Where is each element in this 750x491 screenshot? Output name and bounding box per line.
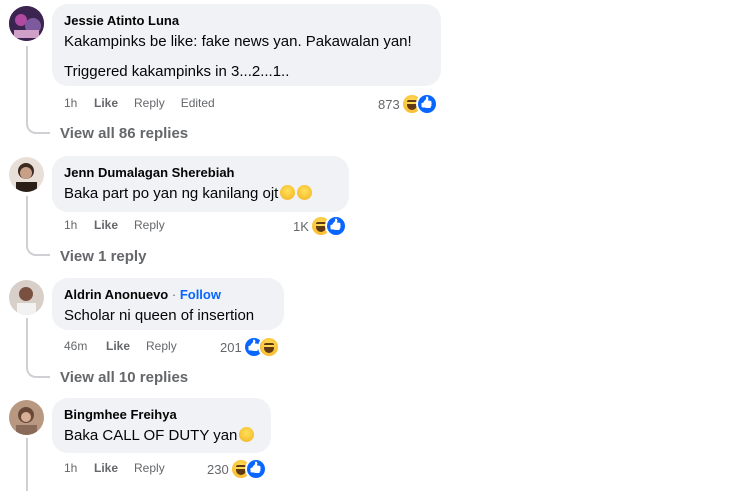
like-reaction-icon bbox=[246, 460, 265, 478]
like-button[interactable]: Like bbox=[106, 338, 130, 354]
thread-connector bbox=[26, 438, 30, 491]
thread-connector bbox=[26, 318, 50, 378]
smile-emoji-icon bbox=[280, 185, 296, 200]
comment-actions: 1h Like Reply Edited bbox=[64, 95, 215, 111]
avatar-image bbox=[9, 400, 44, 435]
like-button[interactable]: Like bbox=[94, 95, 118, 111]
comment-actions: 1h Like Reply bbox=[64, 217, 181, 233]
author-name[interactable]: Aldrin Anonuevo bbox=[64, 287, 168, 302]
comment-text: Baka part po yan ng kanilang ojt bbox=[64, 185, 279, 202]
thread-connector bbox=[26, 196, 50, 256]
reply-button[interactable]: Reply bbox=[134, 460, 165, 476]
author-name[interactable]: Bingmhee Freihya bbox=[64, 406, 259, 423]
comment-text: Triggered kakampinks in 3...2...1.. bbox=[64, 63, 290, 80]
like-reaction-icon bbox=[326, 217, 345, 235]
thread-connector bbox=[26, 46, 50, 134]
avatar[interactable] bbox=[9, 6, 44, 41]
comment-bubble: Jenn Dumalagan Sherebiah Baka part po ya… bbox=[52, 156, 349, 212]
comment-bubble: Bingmhee Freihya Baka CALL OF DUTY yan bbox=[52, 398, 271, 453]
comment-text: Scholar ni queen of insertion bbox=[64, 307, 255, 324]
reaction-summary[interactable]: 230 bbox=[207, 459, 265, 479]
reaction-summary[interactable]: 201 bbox=[220, 337, 278, 357]
avatar-image bbox=[9, 157, 44, 192]
author-name[interactable]: Jenn Dumalagan Sherebiah bbox=[64, 164, 337, 181]
reaction-summary[interactable]: 1K bbox=[293, 216, 345, 236]
comment-actions: 1h Like Reply bbox=[64, 460, 181, 476]
emoji-icon bbox=[239, 427, 255, 442]
comment-bubble: Jessie Atinto Luna Kakampinks be like: f… bbox=[52, 4, 441, 86]
comment-text-row: Baka part po yan ng kanilang ojt bbox=[64, 184, 337, 204]
avatar[interactable] bbox=[9, 280, 44, 315]
comment-text: Kakampinks be like: fake news yan. Pakaw… bbox=[64, 33, 412, 50]
avatar[interactable] bbox=[9, 400, 44, 435]
timestamp[interactable]: 1h bbox=[64, 95, 94, 111]
reply-button[interactable]: Reply bbox=[134, 95, 165, 111]
reaction-count: 1K bbox=[293, 218, 309, 234]
view-replies-link[interactable]: View 1 reply bbox=[60, 247, 146, 267]
timestamp[interactable]: 46m bbox=[64, 338, 106, 354]
comment-actions: 46m Like Reply bbox=[64, 338, 193, 354]
like-button[interactable]: Like bbox=[94, 217, 118, 233]
avatar[interactable] bbox=[9, 157, 44, 192]
author-name-row: Aldrin Anonuevo · Follow bbox=[64, 286, 272, 303]
reaction-summary[interactable]: 873 bbox=[378, 94, 436, 114]
like-reaction-icon bbox=[417, 95, 436, 113]
follow-button[interactable]: Follow bbox=[180, 287, 221, 302]
like-button[interactable]: Like bbox=[94, 460, 118, 476]
separator: · bbox=[168, 287, 180, 302]
reaction-count: 873 bbox=[378, 96, 400, 112]
comment-text-row: Baka CALL OF DUTY yan bbox=[64, 426, 259, 446]
edited-label: Edited bbox=[180, 96, 215, 110]
comment-bubble: Aldrin Anonuevo · Follow Scholar ni quee… bbox=[52, 278, 284, 330]
avatar-image bbox=[9, 6, 44, 41]
reaction-count: 230 bbox=[207, 461, 229, 477]
haha-reaction-icon bbox=[259, 338, 278, 356]
view-replies-link[interactable]: View all 86 replies bbox=[60, 124, 188, 144]
timestamp[interactable]: 1h bbox=[64, 217, 94, 233]
reply-button[interactable]: Reply bbox=[146, 338, 177, 354]
reaction-count: 201 bbox=[220, 339, 242, 355]
comment-text: Baka CALL OF DUTY yan bbox=[64, 427, 238, 444]
avatar-image bbox=[9, 280, 44, 315]
timestamp[interactable]: 1h bbox=[64, 460, 94, 476]
author-name[interactable]: Jessie Atinto Luna bbox=[64, 12, 429, 29]
smile-emoji-icon bbox=[297, 185, 313, 200]
reply-button[interactable]: Reply bbox=[134, 217, 165, 233]
view-replies-link[interactable]: View all 10 replies bbox=[60, 368, 188, 388]
